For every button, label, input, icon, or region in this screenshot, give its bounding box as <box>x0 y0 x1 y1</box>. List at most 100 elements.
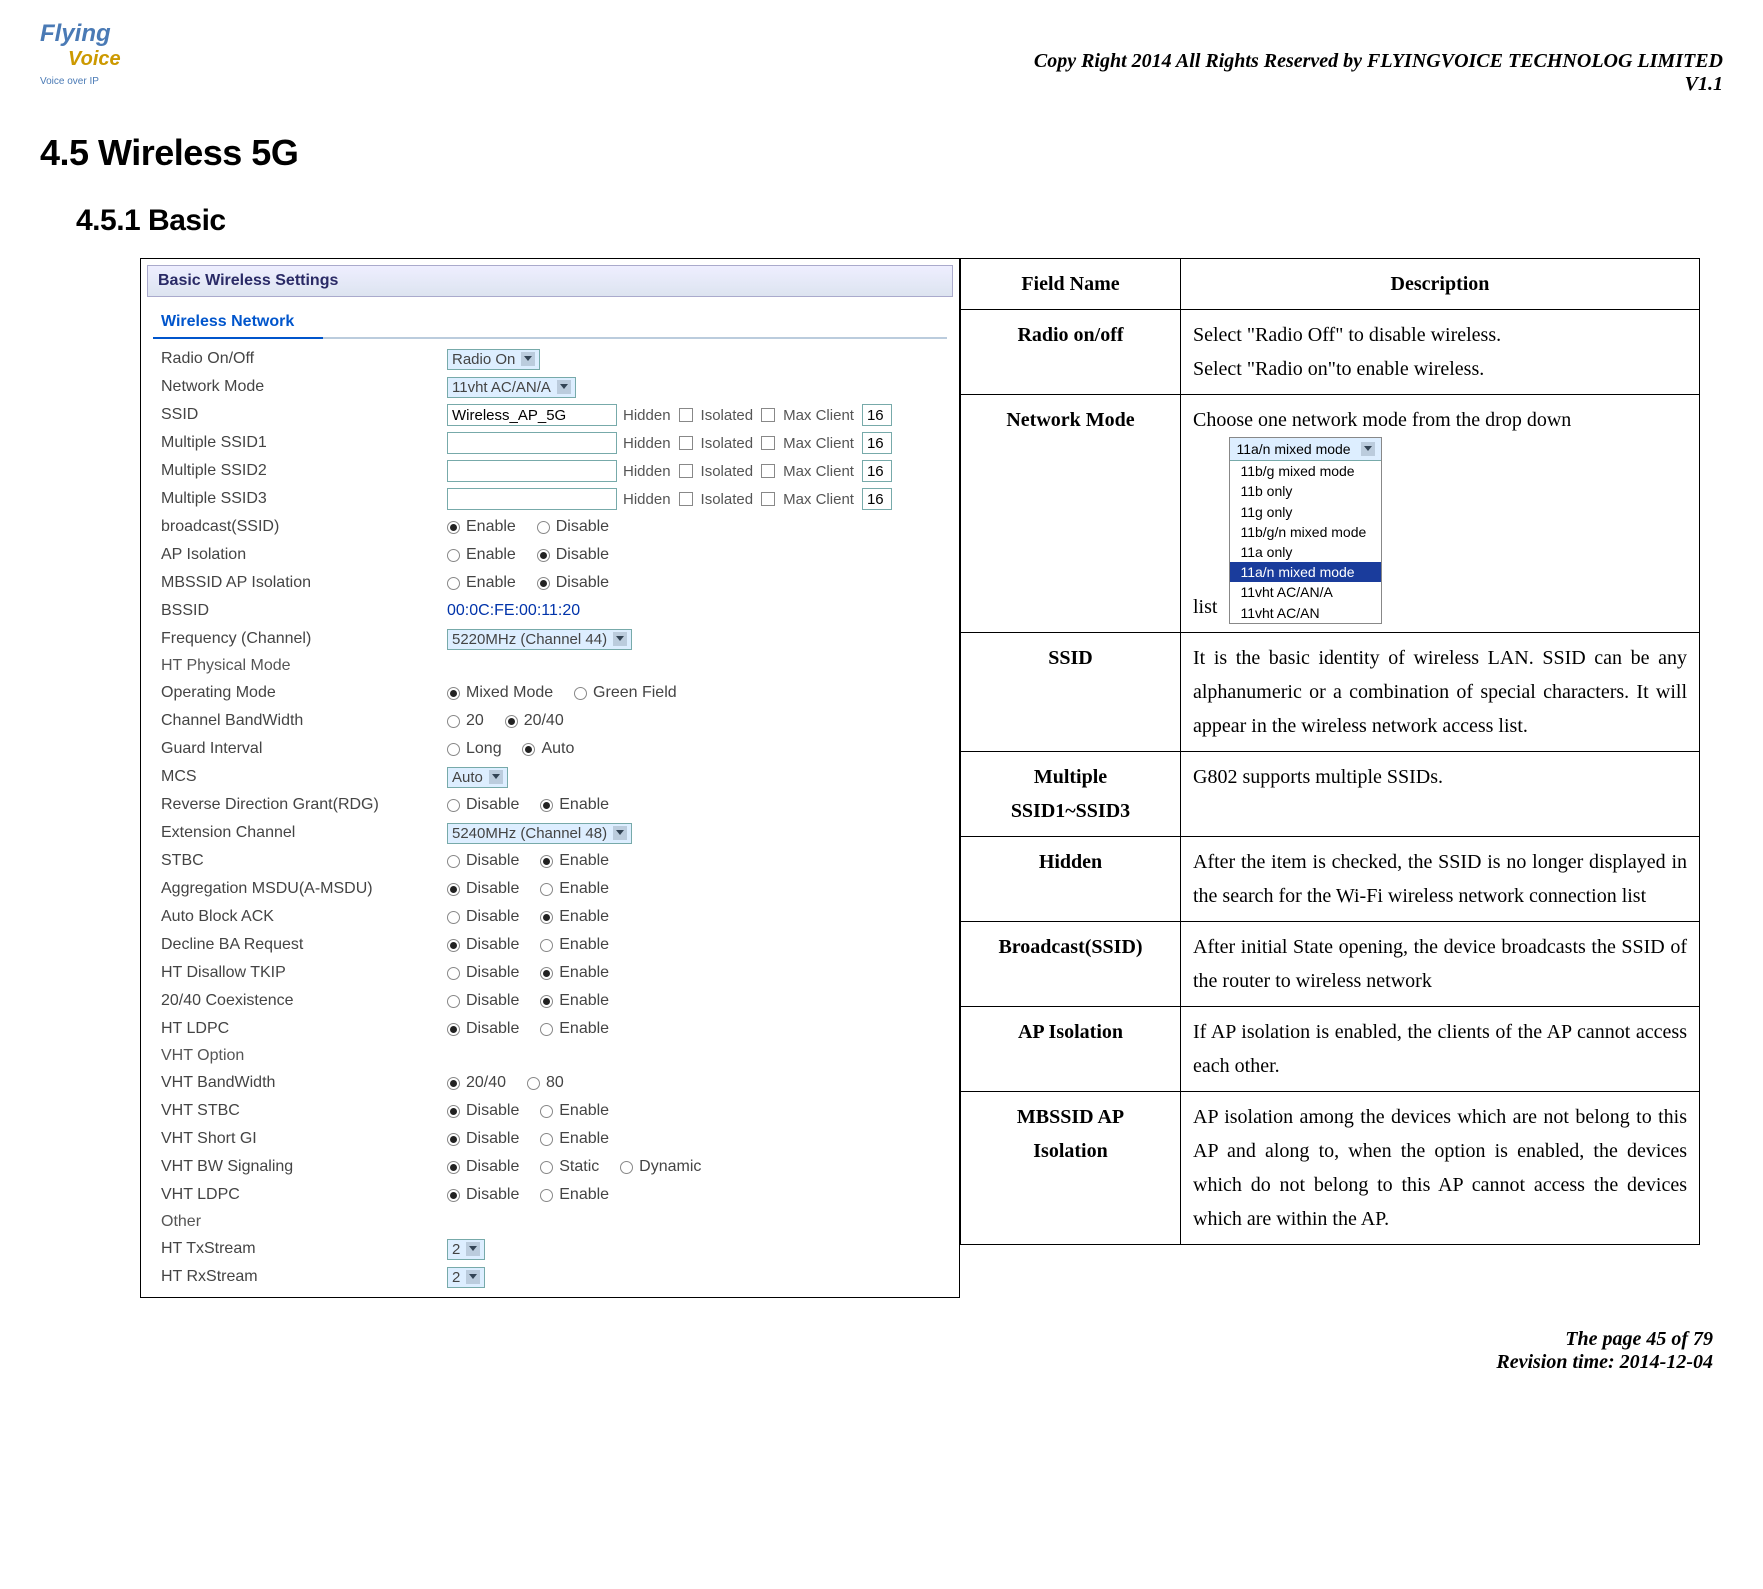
checkbox-isolated-1[interactable] <box>761 436 775 450</box>
checkbox-isolated[interactable] <box>761 408 775 422</box>
label-max-client: Max Client <box>783 407 854 424</box>
section-rule <box>153 337 947 339</box>
radio-vhtbw-80[interactable] <box>527 1077 540 1090</box>
radio-amsdu-disable[interactable] <box>447 883 460 896</box>
radio-amsdu-enable[interactable] <box>540 883 553 896</box>
checkbox-isolated-2[interactable] <box>761 464 775 478</box>
radio-vhtstbc-disable[interactable] <box>447 1105 460 1118</box>
radio-bw2040[interactable] <box>505 715 518 728</box>
radio-htldpc-enable[interactable] <box>540 1023 553 1036</box>
label-network-mode: Network Mode <box>161 378 441 396</box>
cell-description: After the item is checked, the SSID is n… <box>1181 836 1700 921</box>
radio-vhtgi-enable[interactable] <box>540 1133 553 1146</box>
input-ssid[interactable] <box>447 404 617 426</box>
radio-dba-disable[interactable] <box>447 939 460 952</box>
cell-field-name: Multiple SSID1~SSID3 <box>961 751 1181 836</box>
input-max-client-2[interactable] <box>862 460 892 482</box>
radio-vhtsig-disable[interactable] <box>447 1161 460 1174</box>
row-amsdu: Aggregation MSDU(A-MSDU) Disable Enable <box>147 875 953 903</box>
row-ht-txstream: HT TxStream 2 <box>147 1235 953 1263</box>
row-mssid1: Multiple SSID1 Hidden Isolated Max Clien… <box>147 429 953 457</box>
radio-coex-disable[interactable] <box>447 995 460 1008</box>
radio-tkip-enable[interactable] <box>540 967 553 980</box>
table-row: Radio on/off Select "Radio Off" to disab… <box>961 310 1700 395</box>
select-ht-rxstream[interactable]: 2 <box>447 1267 485 1288</box>
radio-coex-enable[interactable] <box>540 995 553 1008</box>
cell-description: Select "Radio Off" to disable wireless. … <box>1181 310 1700 395</box>
input-max-client-3[interactable] <box>862 488 892 510</box>
select-network-mode[interactable]: 11vht AC/AN/A <box>447 377 576 398</box>
table-row: MBSSID AP Isolation AP isolation among t… <box>961 1091 1700 1244</box>
radio-vhtbw-2040[interactable] <box>447 1077 460 1090</box>
input-max-client[interactable] <box>862 404 892 426</box>
row-mssid3: Multiple SSID3 Hidden Isolated Max Clien… <box>147 485 953 513</box>
radio-aba-disable[interactable] <box>447 911 460 924</box>
radio-tkip-disable[interactable] <box>447 967 460 980</box>
label-ext-channel: Extension Channel <box>161 824 441 842</box>
checkbox-hidden-3[interactable] <box>679 492 693 506</box>
select-mcs[interactable]: Auto <box>447 767 508 788</box>
radio-vhtldpc-disable[interactable] <box>447 1189 460 1202</box>
radio-htldpc-disable[interactable] <box>447 1023 460 1036</box>
label-ht-rxstream: HT RxStream <box>161 1268 441 1286</box>
select-ht-txstream[interactable]: 2 <box>447 1239 485 1260</box>
chevron-down-icon <box>613 632 627 646</box>
select-frequency[interactable]: 5220MHz (Channel 44) <box>447 629 632 650</box>
radio-broadcast-disable[interactable] <box>537 521 550 534</box>
checkbox-hidden-1[interactable] <box>679 436 693 450</box>
radio-guard-auto[interactable] <box>522 743 535 756</box>
radio-mbssid-disable[interactable] <box>537 577 550 590</box>
input-max-client-1[interactable] <box>862 432 892 454</box>
radio-apiso-enable[interactable] <box>447 549 460 562</box>
chevron-down-icon <box>613 826 627 840</box>
radio-green-field[interactable] <box>574 687 587 700</box>
chevron-down-icon <box>521 352 535 366</box>
chevron-down-icon <box>1361 442 1375 456</box>
radio-rdg-enable[interactable] <box>540 799 553 812</box>
panel-title: Basic Wireless Settings <box>147 265 953 297</box>
cell-description: It is the basic identity of wireless LAN… <box>1181 632 1700 751</box>
label-broadcast: broadcast(SSID) <box>161 518 441 536</box>
label-radio: Radio On/Off <box>161 350 441 368</box>
select-ext-channel[interactable]: 5240MHz (Channel 48) <box>447 823 632 844</box>
radio-mbssid-enable[interactable] <box>447 577 460 590</box>
input-mssid2[interactable] <box>447 460 617 482</box>
radio-mixed-mode[interactable] <box>447 687 460 700</box>
radio-stbc-disable[interactable] <box>447 855 460 868</box>
row-rdg: Reverse Direction Grant(RDG) Disable Ena… <box>147 791 953 819</box>
radio-vhtstbc-enable[interactable] <box>540 1105 553 1118</box>
input-mssid1[interactable] <box>447 432 617 454</box>
checkbox-hidden-2[interactable] <box>679 464 693 478</box>
checkbox-isolated-3[interactable] <box>761 492 775 506</box>
subheader-vht-option: VHT Option <box>147 1043 953 1069</box>
radio-guard-long[interactable] <box>447 743 460 756</box>
input-mssid3[interactable] <box>447 488 617 510</box>
row-vht-short-gi: VHT Short GI Disable Enable <box>147 1125 953 1153</box>
row-ssid: SSID Hidden Isolated Max Client <box>147 401 953 429</box>
cell-description: After initial State opening, the device … <box>1181 921 1700 1006</box>
radio-vhtldpc-enable[interactable] <box>540 1189 553 1202</box>
select-radio[interactable]: Radio On <box>447 349 540 370</box>
cell-field-name: MBSSID AP Isolation <box>961 1091 1181 1244</box>
checkbox-hidden[interactable] <box>679 408 693 422</box>
cell-field-name: Radio on/off <box>961 310 1181 395</box>
row-ht-rxstream: HT RxStream 2 <box>147 1263 953 1291</box>
radio-dba-enable[interactable] <box>540 939 553 952</box>
radio-aba-enable[interactable] <box>540 911 553 924</box>
network-mode-dropdown-illustration: 11a/n mixed mode 11b/g mixed mode 11b on… <box>1229 437 1381 624</box>
radio-vhtsig-static[interactable] <box>540 1161 553 1174</box>
radio-vhtsig-dynamic[interactable] <box>620 1161 633 1174</box>
label-vht-bw-sig: VHT BW Signaling <box>161 1158 441 1176</box>
radio-stbc-enable[interactable] <box>540 855 553 868</box>
label-mcs: MCS <box>161 768 441 786</box>
cell-field-name: SSID <box>961 632 1181 751</box>
table-row: Hidden After the item is checked, the SS… <box>961 836 1700 921</box>
radio-vhtgi-disable[interactable] <box>447 1133 460 1146</box>
radio-broadcast-enable[interactable] <box>447 521 460 534</box>
radio-rdg-disable[interactable] <box>447 799 460 812</box>
radio-apiso-disable[interactable] <box>537 549 550 562</box>
radio-bw20[interactable] <box>447 715 460 728</box>
label-vht-stbc: VHT STBC <box>161 1102 441 1120</box>
row-bssid: BSSID 00:0C:FE:00:11:20 <box>147 597 953 625</box>
header-description: Description <box>1181 259 1700 310</box>
